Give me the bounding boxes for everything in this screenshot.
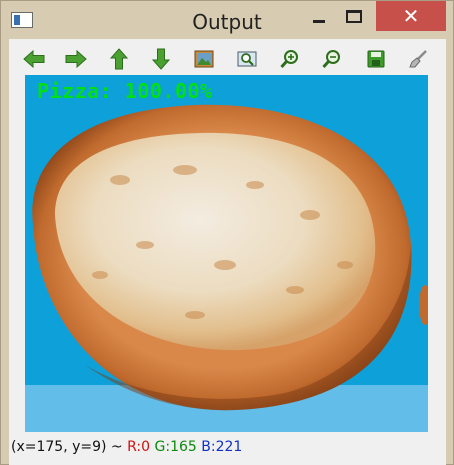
image-icon [194,50,214,68]
minimize-button[interactable] [303,1,335,31]
status-coords: (x=175, y=9) ~ [11,439,128,455]
status-blue-value: B:221 [201,439,243,455]
status-bar: (x=175, y=9) ~ R:0 G:165 B:221 [9,435,446,465]
status-text: (x=175, y=9) ~ R:0 G:165 B:221 [11,439,242,455]
detection-label: Pizza: 100.00% [37,79,213,103]
minimize-icon [313,19,325,23]
save-button[interactable] [364,47,388,71]
save-icon [367,50,385,68]
zoom-fit-button[interactable] [235,47,259,71]
zoom-in-button[interactable] [278,47,302,71]
zoom-in-icon [280,50,298,69]
pan-down-button[interactable] [149,47,173,71]
image-viewport[interactable]: Pizza: 100.00% [25,75,428,432]
zoom-out-button[interactable] [320,47,344,71]
arrow-left-icon [23,50,45,68]
close-button[interactable]: ✕ [376,1,446,31]
close-icon: ✕ [402,4,420,28]
properties-button[interactable] [406,47,430,71]
status-red-value: R:0 [127,439,151,455]
zoom-out-icon [322,50,340,69]
brush-icon [409,50,427,68]
pan-up-button[interactable] [107,47,131,71]
arrow-right-icon [65,50,87,68]
pan-left-button[interactable] [22,47,46,71]
zoom-original-button[interactable] [192,47,216,71]
pizza-image [25,104,428,432]
title-bar[interactable]: Output ✕ [1,1,453,39]
status-green-value: G:165 [154,439,197,455]
toolbar [9,39,446,77]
pan-right-button[interactable] [64,47,88,71]
arrow-up-icon [110,48,128,70]
output-window: Output ✕ Pizza: 100.00% (x=175, y=9) ~ R… [0,0,454,465]
maximize-icon [346,9,362,23]
client-area: Pizza: 100.00% (x=175, y=9) ~ R:0 G:165 … [9,39,446,465]
maximize-button[interactable] [338,1,370,31]
zoom-fit-icon [237,51,257,67]
arrow-down-icon [152,48,170,70]
